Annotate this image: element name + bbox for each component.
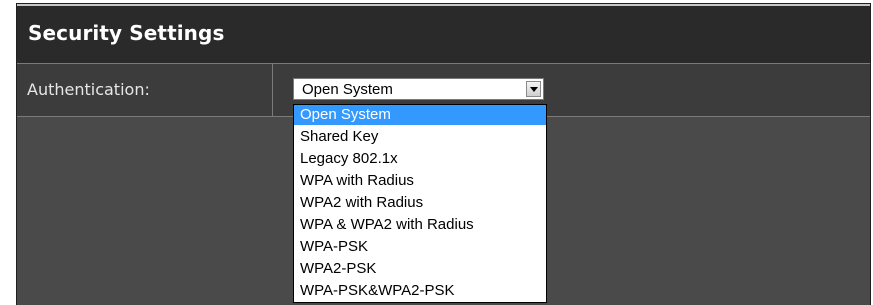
authentication-select[interactable]: Open System	[293, 78, 544, 100]
row-divider	[272, 64, 273, 116]
option-wpa-psk-wpa2-psk[interactable]: WPA-PSK&WPA2-PSK	[294, 281, 546, 301]
option-wpa-wpa2-with-radius[interactable]: WPA & WPA2 with Radius	[294, 215, 546, 235]
option-open-system[interactable]: Open System	[294, 105, 546, 125]
panel-title: Security Settings	[28, 21, 225, 45]
panel-header: Security Settings	[17, 4, 870, 64]
option-legacy-8021x[interactable]: Legacy 802.1x	[294, 149, 546, 169]
option-wpa-with-radius[interactable]: WPA with Radius	[294, 171, 546, 191]
option-shared-key[interactable]: Shared Key	[294, 127, 546, 147]
authentication-dropdown-list: Open System Shared Key Legacy 802.1x WPA…	[293, 104, 547, 303]
option-wpa2-with-radius[interactable]: WPA2 with Radius	[294, 193, 546, 213]
authentication-label: Authentication:	[27, 80, 150, 99]
authentication-selected-value: Open System	[302, 81, 393, 98]
option-wpa2-psk[interactable]: WPA2-PSK	[294, 259, 546, 279]
option-wpa-psk[interactable]: WPA-PSK	[294, 237, 546, 257]
chevron-down-icon[interactable]	[526, 81, 541, 97]
